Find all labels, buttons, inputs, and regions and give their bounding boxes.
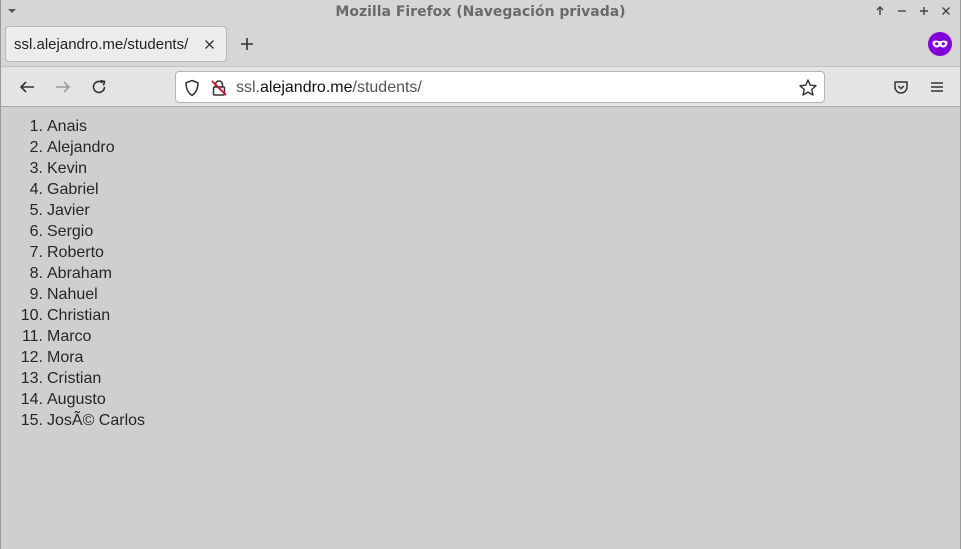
list-item-name: Gabriel: [47, 180, 99, 198]
reload-icon[interactable]: [89, 77, 109, 97]
list-item: 13. Cristian: [15, 368, 145, 389]
title-bar: Mozilla Firefox (Navegación privada): [1, 0, 960, 24]
list-item-number: 7.: [29, 243, 43, 261]
tab-close-icon[interactable]: [202, 37, 216, 51]
browser-window: Mozilla Firefox (Navegación privada) ssl…: [0, 0, 961, 549]
list-item: 4. Gabriel: [15, 179, 145, 200]
list-item-number: 1.: [29, 117, 43, 135]
list-item-number: 11.: [21, 327, 43, 345]
list-item-number: 14.: [20, 390, 43, 408]
tab-strip: ssl.alejandro.me/students/: [1, 24, 960, 66]
list-item-name: Augusto: [47, 390, 106, 408]
restore-plus-icon[interactable]: [916, 3, 932, 19]
list-item: 5. Javier: [15, 200, 145, 221]
list-item: 6. Sergio: [15, 221, 145, 242]
list-item-number: 9.: [29, 285, 43, 303]
private-browsing-mask-icon: [928, 32, 952, 56]
list-item-name: Anais: [47, 117, 88, 135]
new-tab-plus-icon[interactable]: [237, 34, 257, 54]
forward-arrow-right-icon[interactable]: [53, 77, 73, 97]
address-bar[interactable]: ssl.alejandro.me/students/: [175, 71, 825, 103]
list-item-number: 10.: [20, 306, 43, 324]
list-item-number: 13.: [20, 369, 43, 387]
pocket-icon[interactable]: [891, 77, 911, 97]
list-item: 7. Roberto: [15, 242, 145, 263]
list-item: 8. Abraham: [15, 263, 145, 284]
list-item: 11. Marco: [15, 326, 145, 347]
list-item-name: Kevin: [47, 159, 88, 177]
list-item-name: Roberto: [47, 243, 104, 261]
bookmark-star-icon[interactable]: [798, 78, 818, 98]
list-item-number: 8.: [29, 264, 43, 282]
url-domain: alejandro.me: [260, 79, 353, 96]
list-item-number: 5.: [29, 201, 43, 219]
window-menu-chevron-down-icon[interactable]: [7, 6, 17, 16]
list-item-name: Mora: [47, 348, 84, 366]
students-list: 1. Anais 2. Alejandro 3. Kevin 4. Gabriel 5. Javi…: [15, 116, 145, 431]
list-item-name: JosÃ© Carlos: [47, 411, 146, 429]
list-item: 2. Alejandro: [15, 137, 145, 158]
list-item: 3. Kevin: [15, 158, 145, 179]
tab-students[interactable]: ssl.alejandro.me/students/: [5, 26, 227, 62]
url-path: /students/: [352, 79, 422, 96]
list-item: 9. Nahuel: [15, 284, 145, 305]
list-item-number: 4.: [29, 180, 43, 198]
list-item-number: 15.: [20, 411, 43, 429]
menu-hamburger-icon[interactable]: [927, 77, 947, 97]
list-item-number: 3.: [29, 159, 43, 177]
page-content: 1. Anais 2. Alejandro 3. Kevin 4. Gabriel 5. Javi…: [1, 107, 960, 549]
navigation-toolbar: ssl.alejandro.me/students/: [1, 66, 960, 107]
list-item-name: Javier: [47, 201, 90, 219]
list-item-name: Marco: [47, 327, 92, 345]
back-arrow-left-icon[interactable]: [17, 77, 37, 97]
window-controls: [872, 3, 954, 19]
list-item-number: 6.: [29, 222, 43, 240]
close-window-close-icon[interactable]: [938, 3, 954, 19]
list-item: 14. Augusto: [15, 389, 145, 410]
minimize-minus-icon[interactable]: [894, 3, 910, 19]
list-item-name: Alejandro: [47, 138, 115, 156]
list-item-name: Christian: [47, 306, 111, 324]
list-item-name: Abraham: [47, 264, 112, 282]
list-item-name: Nahuel: [47, 285, 98, 303]
maximize-arrow-up-icon[interactable]: [872, 3, 888, 19]
insecure-lock-icon[interactable]: [210, 79, 228, 97]
url-text[interactable]: ssl.alejandro.me/students/: [236, 79, 422, 97]
url-prefix: ssl.: [236, 79, 260, 96]
list-item: 10. Christian: [15, 305, 145, 326]
tracking-protection-shield-icon[interactable]: [183, 79, 201, 97]
tab-label: ssl.alejandro.me/students/: [14, 35, 189, 53]
list-item: 15. JosÃ© Carlos: [15, 410, 145, 431]
list-item-number: 12.: [20, 348, 43, 366]
list-item-name: Sergio: [47, 222, 94, 240]
list-item: 12. Mora: [15, 347, 145, 368]
list-item: 1. Anais: [15, 116, 145, 137]
list-item-name: Cristian: [47, 369, 102, 387]
list-item-number: 2.: [29, 138, 43, 156]
window-title: Mozilla Firefox (Navegación privada): [335, 4, 626, 20]
